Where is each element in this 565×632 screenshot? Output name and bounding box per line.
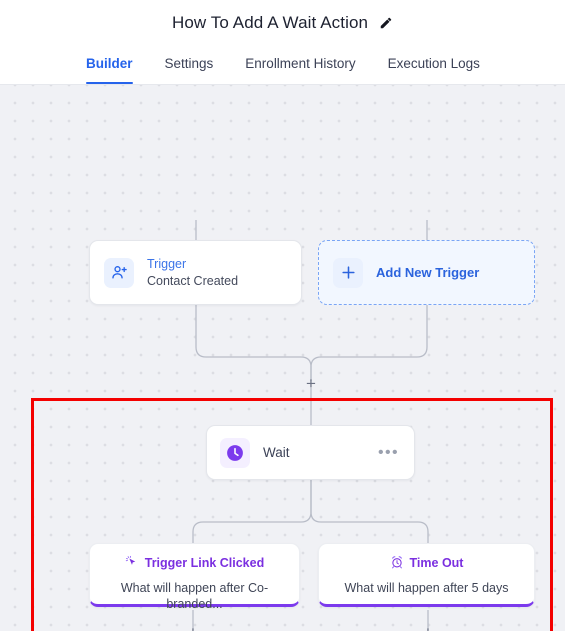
tab-execution-logs-label: Execution Logs <box>387 56 480 71</box>
node-wait[interactable]: Wait ••• <box>206 425 415 480</box>
tab-enrollment-history-label: Enrollment History <box>245 56 356 71</box>
tab-builder[interactable]: Builder <box>86 45 133 84</box>
branch-right-title: Time Out <box>409 556 464 570</box>
page-header: How To Add A Wait Action <box>0 0 565 45</box>
branch-right-description: What will happen after 5 days <box>344 580 509 595</box>
branch-left-description: What will happen after Co-branded... <box>120 580 269 612</box>
clock-icon <box>220 437 250 468</box>
wait-label: Wait <box>263 445 290 460</box>
tab-builder-label: Builder <box>86 56 133 71</box>
workflow-canvas[interactable]: Trigger Contact Created Add New Trigger … <box>0 85 565 631</box>
wait-node-menu-button[interactable]: ••• <box>376 442 401 464</box>
tab-settings[interactable]: Settings <box>165 45 214 84</box>
tab-settings-label: Settings <box>164 56 214 71</box>
add-step-branch-right-button[interactable]: + <box>421 624 435 631</box>
alarm-clock-icon <box>390 555 404 572</box>
tab-execution-logs[interactable]: Execution Logs <box>388 45 480 84</box>
pencil-icon[interactable] <box>379 16 393 30</box>
add-step-branch-left-button[interactable]: + <box>186 624 200 631</box>
page-title: How To Add A Wait Action <box>171 12 369 32</box>
node-branch-time-out[interactable]: Time Out What will happen after 5 days <box>318 543 535 607</box>
trigger-kind-label: Trigger <box>147 257 187 271</box>
tab-bar: Builder Settings Enrollment History Exec… <box>0 45 565 85</box>
person-add-icon <box>104 257 134 288</box>
cursor-click-icon <box>125 555 139 572</box>
node-add-new-trigger[interactable]: Add New Trigger <box>318 240 535 305</box>
plus-icon <box>333 257 363 288</box>
branch-left-title: Trigger Link Clicked <box>144 556 265 570</box>
add-step-after-trigger-button[interactable]: + <box>304 375 318 392</box>
add-new-trigger-label: Add New Trigger <box>376 265 480 280</box>
node-branch-trigger-link-clicked[interactable]: Trigger Link Clicked What will happen af… <box>89 543 300 611</box>
node-trigger[interactable]: Trigger Contact Created <box>89 240 302 305</box>
tab-enrollment-history[interactable]: Enrollment History <box>245 45 355 84</box>
trigger-subtitle: Contact Created <box>147 273 239 288</box>
